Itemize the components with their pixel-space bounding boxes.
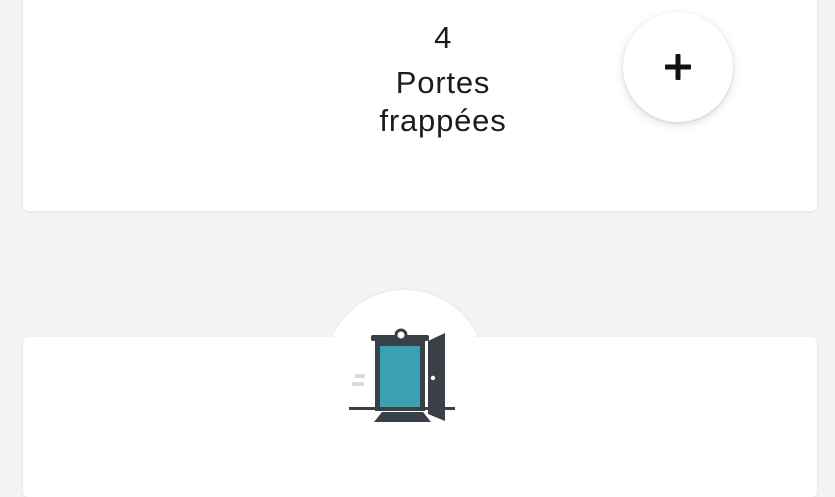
plus-icon: [665, 54, 691, 80]
doors-knocked-stat: 4 Portes frappées: [323, 18, 563, 140]
doors-knocked-label: Portes frappées: [379, 65, 507, 138]
doors-knocked-card: 4 Portes frappées: [23, 0, 817, 211]
add-door-button[interactable]: [623, 12, 733, 122]
doors-knocked-count: 4: [434, 20, 452, 55]
open-door-icon: [349, 328, 455, 422]
